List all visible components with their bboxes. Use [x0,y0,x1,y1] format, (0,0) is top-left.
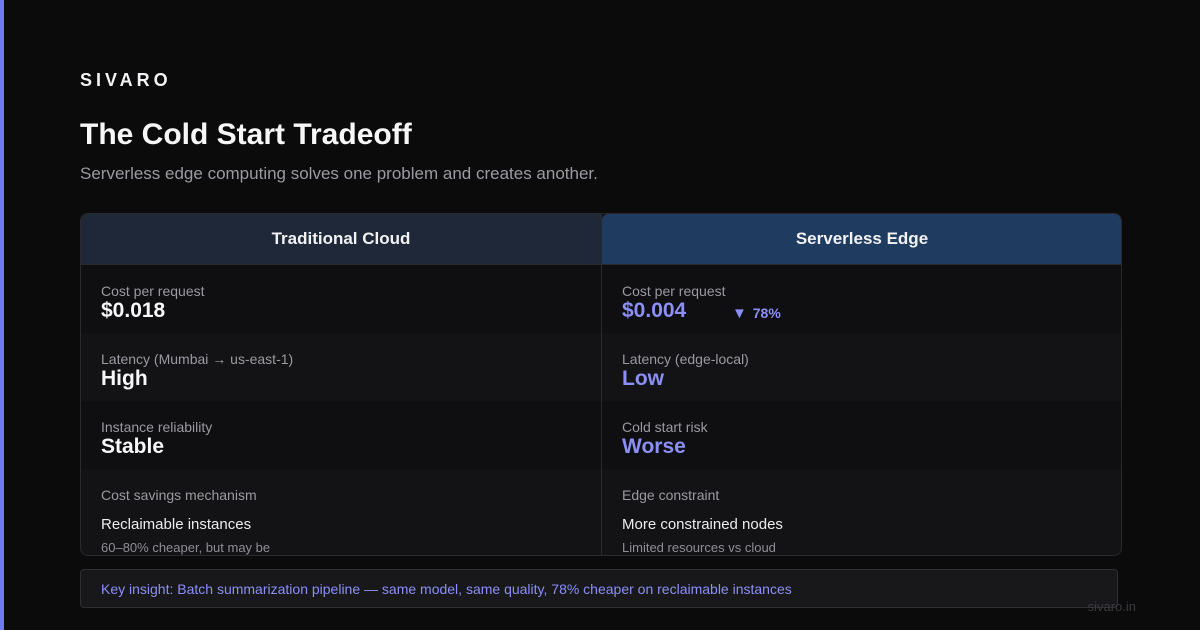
row-subvalue: Reclaimable instances [101,516,252,533]
table-row: Instance reliability Stable [81,401,601,469]
brand-logo: SIVARO [80,70,172,90]
column-heading-traditional-cloud: Traditional Cloud [81,214,601,265]
traditional-cloud-column: Traditional Cloud Cost per request $0.01… [81,214,601,555]
key-insight-callout: Key insight: Batch summarization pipelin… [80,569,1118,608]
row-value: Low [622,367,664,390]
row-label: Cold start risk [622,419,708,435]
row-note: Limited resources vs cloud regions — wor… [622,540,776,555]
table-row: Cost savings mechanism Reclaimable insta… [81,469,601,555]
row-value: Stable [101,435,165,458]
row-label: Cost per request [622,283,726,299]
row-note: 60–80% cheaper, but may be interrupted a… [101,540,271,555]
comparison-table: Traditional Cloud Cost per request $0.01… [80,213,1122,556]
row-label: Cost savings mechanism [101,487,257,503]
table-row: Edge constraint More constrained nodes L… [602,469,1121,555]
column-heading-serverless-edge: Serverless Edge [602,214,1121,265]
reduction-badge: ▼ 78% [732,305,781,322]
page-title: The Cold Start Tradeoff [80,118,412,151]
row-label: Edge constraint [622,487,720,503]
table-row: Latency (edge-local) Low [602,333,1121,401]
table-row: Latency (Mumbai → us-east-1) High [81,333,601,401]
page-subtitle: Serverless edge computing solves one pro… [80,164,598,183]
row-label: Latency (edge-local) [622,351,749,367]
reduction-percent: 78% [752,305,781,321]
down-triangle-icon: ▼ [732,305,747,322]
row-label: Cost per request [101,283,205,299]
serverless-edge-column: Serverless Edge Cost per request $0.004 … [601,214,1121,555]
table-row: Cost per request $0.004 ▼ 78% [602,265,1121,333]
footer-url: sivaro.in [1087,599,1136,614]
row-label: Latency (Mumbai → us-east-1) [101,351,294,367]
row-subvalue: More constrained nodes [622,516,783,533]
row-value: High [101,367,148,390]
table-row: Cost per request $0.018 [81,265,601,333]
row-label: Instance reliability [101,419,213,435]
row-value: Worse [622,435,686,458]
table-row: Cold start risk Worse [602,401,1121,469]
row-value: $0.018 [101,299,166,322]
row-value: $0.004 [622,299,687,322]
left-accent-bar [0,0,4,630]
